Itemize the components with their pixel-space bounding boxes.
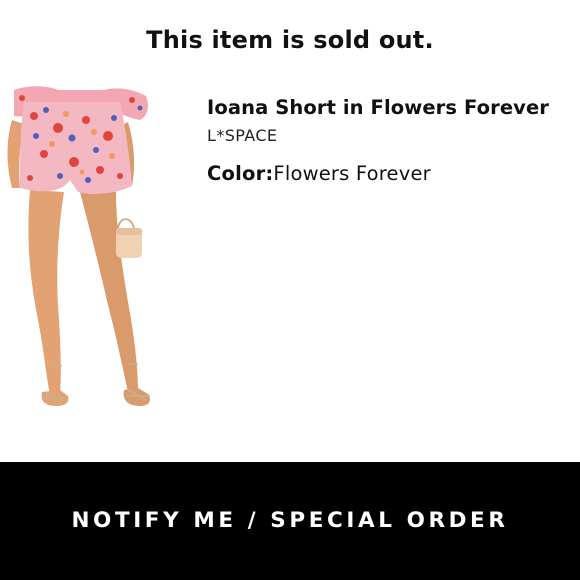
sold-out-message: This item is sold out. <box>146 26 434 54</box>
notify-me-special-order-button[interactable]: NOTIFY ME / SPECIAL ORDER <box>0 462 580 580</box>
color-label: Color: <box>207 162 274 185</box>
product-info: Ioana Short in Flowers Forever L*SPACE C… <box>207 95 580 187</box>
product-photo[interactable] <box>0 80 160 425</box>
sold-out-page: This item is sold out. Ioana Short in Fl… <box>0 0 580 580</box>
product-name[interactable]: Ioana Short in Flowers Forever <box>207 95 580 121</box>
product-brand[interactable]: L*SPACE <box>207 125 580 147</box>
color-value: Flowers Forever <box>273 162 431 185</box>
product-color: Color:Flowers Forever <box>207 161 580 187</box>
